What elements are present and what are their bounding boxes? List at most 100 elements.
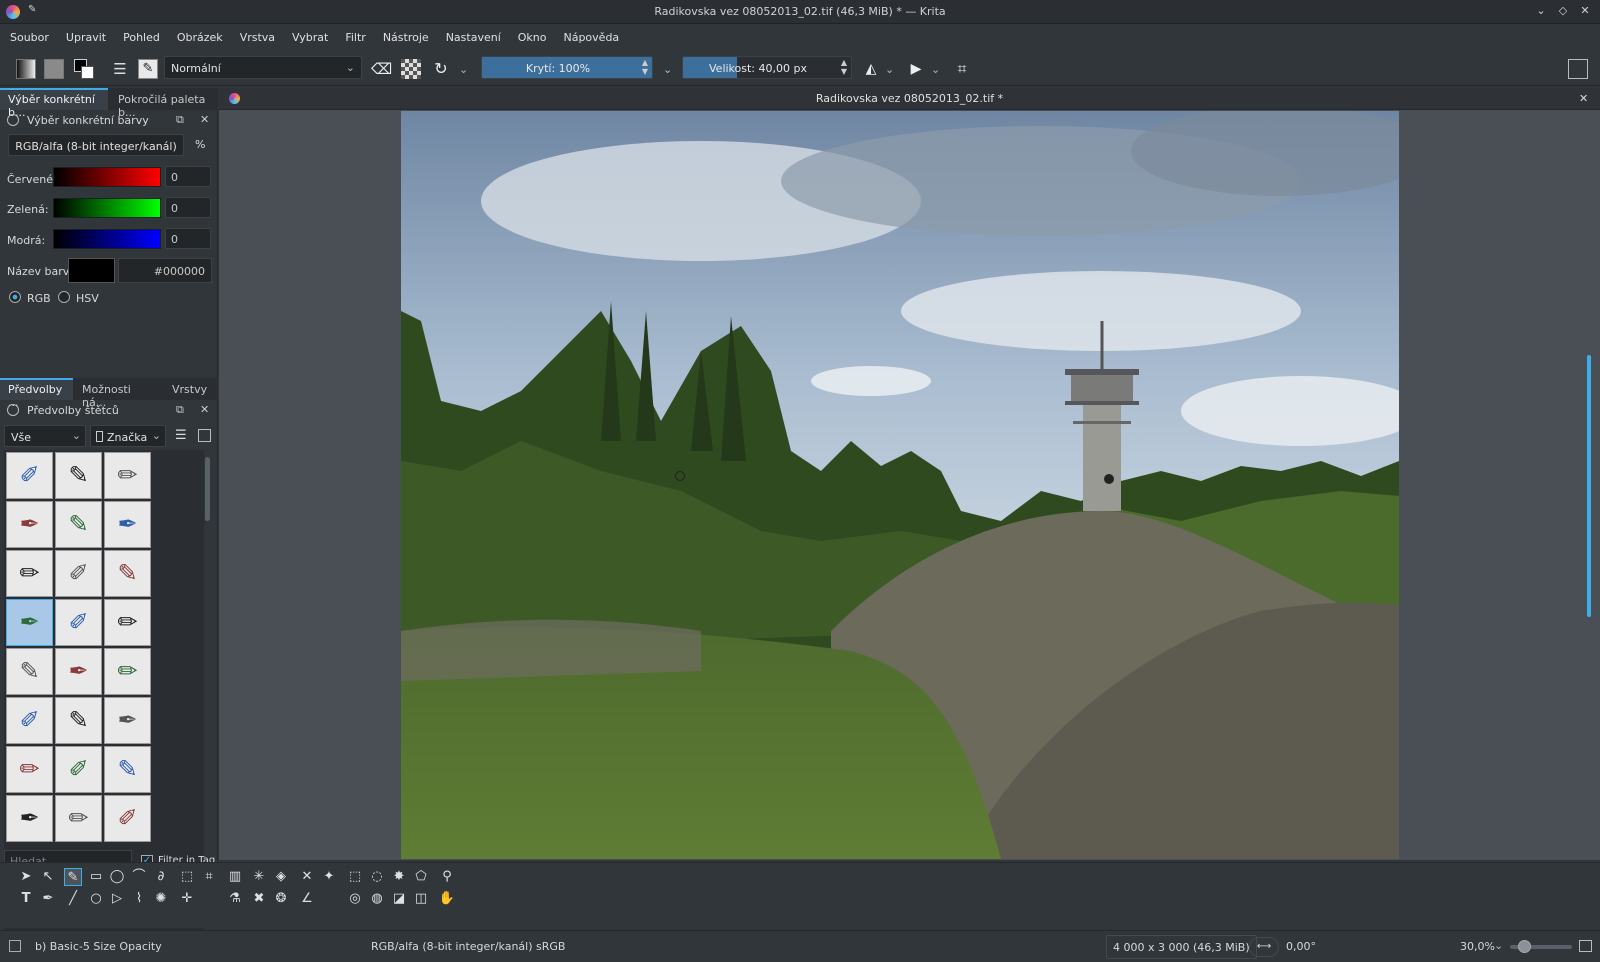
- opacity-slider[interactable]: Krytí: 100% ▲ ▼: [481, 56, 653, 79]
- mirror-horizontal-icon[interactable]: ◭: [861, 59, 881, 79]
- brush-preset-thumbnail[interactable]: ✎: [55, 452, 102, 499]
- red-input[interactable]: 0: [165, 166, 211, 187]
- menu-nastaveni[interactable]: Nastavení: [436, 25, 508, 44]
- tab-tool-options[interactable]: Možnosti ná...: [74, 378, 164, 409]
- brush-preset-thumbnail[interactable]: ✒: [55, 648, 102, 695]
- tab-layers[interactable]: Vrstvy: [164, 378, 218, 400]
- menu-napoveda[interactable]: Nápověda: [553, 25, 626, 44]
- spin-arrows-icon[interactable]: ▲ ▼: [642, 58, 648, 76]
- color-sampler-icon[interactable]: ✳: [250, 868, 268, 886]
- brush-preset-thumbnail[interactable]: ✒: [6, 599, 53, 646]
- close-icon[interactable]: ✕: [1579, 92, 1588, 105]
- brush-preset-thumbnail[interactable]: ✎: [55, 697, 102, 744]
- percent-toggle[interactable]: %: [195, 138, 205, 151]
- menu-vrstva[interactable]: Vrstva: [230, 25, 282, 44]
- hex-input[interactable]: #000000: [118, 258, 212, 283]
- brush-preset-thumbnail[interactable]: ✐: [104, 795, 151, 842]
- polygon-select-icon[interactable]: ⬠: [412, 868, 430, 886]
- chevron-down-icon[interactable]: ⌄: [931, 63, 940, 76]
- tab-specific-color[interactable]: Výběr konkrétní b...: [0, 88, 108, 119]
- move-icon[interactable]: ✛: [178, 890, 196, 908]
- contiguous-select-icon[interactable]: ◎: [346, 890, 364, 908]
- brush-preset-thumbnail[interactable]: ✐: [55, 599, 102, 646]
- zoom-icon[interactable]: ⚲: [438, 868, 456, 886]
- zoom-slider-handle[interactable]: [1518, 940, 1531, 953]
- color-swatch[interactable]: [68, 258, 115, 283]
- zoom-value[interactable]: 30,0%: [1460, 940, 1495, 953]
- pattern-icon[interactable]: [44, 59, 64, 79]
- similar-select-icon[interactable]: ◪: [390, 890, 408, 908]
- minimize-icon[interactable]: ⌄: [1534, 4, 1548, 18]
- menu-pohled[interactable]: Pohled: [113, 25, 167, 44]
- brush-settings-icon[interactable]: ☰: [110, 59, 130, 79]
- ellipse-tool-icon[interactable]: ○: [87, 890, 105, 908]
- gradient-icon[interactable]: [16, 59, 36, 79]
- green-slider[interactable]: [53, 198, 161, 218]
- document-tab-title[interactable]: Radikovska vez 08052013_02.tif *: [219, 92, 1600, 105]
- text-icon[interactable]: T: [17, 890, 35, 908]
- tab-brush-presets[interactable]: Předvolby ...: [0, 378, 73, 409]
- red-slider[interactable]: [53, 167, 161, 187]
- menu-upravit[interactable]: Upravit: [56, 25, 113, 44]
- size-slider[interactable]: Velikost: 40,00 px ▲ ▼: [682, 56, 852, 79]
- menu-okno[interactable]: Okno: [508, 25, 554, 44]
- brush-preset-thumbnail[interactable]: ✒: [104, 697, 151, 744]
- mirror-vertical-icon[interactable]: ▶: [906, 59, 926, 79]
- smart-patch-icon[interactable]: ✖: [250, 890, 268, 908]
- maximize-icon[interactable]: ◇: [1556, 4, 1570, 18]
- blend-mode-select[interactable]: Normální ⌄: [164, 56, 362, 79]
- ellipse-select-icon[interactable]: ◌: [368, 868, 386, 886]
- float-icon[interactable]: ⧉: [176, 113, 184, 127]
- freehand-brush-icon[interactable]: ✎: [64, 868, 82, 886]
- brush-preset-thumbnail[interactable]: ✏: [104, 599, 151, 646]
- close-icon[interactable]: ✕: [200, 403, 209, 416]
- brush-preset-thumbnail[interactable]: ✏: [6, 550, 53, 597]
- canvas-only-icon[interactable]: [1579, 940, 1592, 952]
- blue-slider[interactable]: [53, 229, 161, 249]
- brush-preset-thumbnail[interactable]: ✒: [104, 501, 151, 548]
- color-model-select[interactable]: RGB/alfa (8-bit integer/kanál): [8, 134, 184, 156]
- lock-icon[interactable]: [7, 404, 19, 416]
- lock-icon[interactable]: [7, 114, 19, 126]
- eyedropper-icon[interactable]: ⚗: [226, 890, 244, 908]
- freehand-select-icon[interactable]: ◍: [368, 890, 386, 908]
- brush-preset-icon[interactable]: ✎: [138, 59, 158, 79]
- enclose-fill-icon[interactable]: ❂: [272, 890, 290, 908]
- preset-filter-select[interactable]: Vše ⌄: [4, 425, 86, 447]
- bezier-select-icon[interactable]: ◫: [412, 890, 430, 908]
- brush-preset-thumbnail[interactable]: ✐: [6, 697, 53, 744]
- brush-preset-thumbnail[interactable]: ✏: [104, 648, 151, 695]
- alpha-lock-icon[interactable]: [401, 59, 421, 79]
- rotation-icon[interactable]: ⟷: [1249, 937, 1279, 957]
- preset-scrollbar[interactable]: [205, 457, 210, 521]
- close-window-icon[interactable]: ✕: [1578, 4, 1592, 18]
- fill-icon[interactable]: ◈: [272, 868, 290, 886]
- dock-layout-icon[interactable]: [1568, 59, 1588, 79]
- image-size[interactable]: 4 000 x 3 000 (46,3 MiB): [1106, 935, 1257, 959]
- eraser-icon[interactable]: ⌫: [371, 59, 392, 79]
- menu-obrazek[interactable]: Obrázek: [167, 25, 230, 44]
- gradient-tool-icon[interactable]: ▥: [226, 868, 244, 886]
- line-icon[interactable]: ╱: [64, 890, 82, 908]
- menu-nastroje[interactable]: Nástroje: [373, 25, 436, 44]
- pan-icon[interactable]: ✋: [438, 890, 456, 908]
- dynamic-brush-icon[interactable]: ⌇: [130, 890, 148, 908]
- reference-icon[interactable]: ✦: [320, 868, 338, 886]
- ellipse-icon[interactable]: ◯: [108, 868, 126, 886]
- bezier-icon[interactable]: ⌒: [130, 868, 148, 886]
- chevron-down-icon[interactable]: ⌄: [459, 63, 468, 76]
- close-icon[interactable]: ✕: [200, 113, 209, 126]
- wrap-around-icon[interactable]: ⌗: [952, 59, 972, 79]
- brush-preset-thumbnail[interactable]: ✒: [6, 501, 53, 548]
- rect-select-icon[interactable]: ⬚: [346, 868, 364, 886]
- menu-vybrat[interactable]: Vybrat: [282, 25, 335, 44]
- green-input[interactable]: 0: [165, 197, 211, 218]
- crop-icon[interactable]: ⌗: [200, 868, 218, 886]
- brush-preset-thumbnail[interactable]: ✐: [6, 452, 53, 499]
- rectangle-icon[interactable]: ▭: [87, 868, 105, 886]
- select-shapes-icon[interactable]: ➤: [17, 868, 35, 886]
- brush-preset-thumbnail[interactable]: ✏: [55, 795, 102, 842]
- tab-advanced-palette[interactable]: Pokročilá paleta b...: [110, 88, 218, 119]
- multibrush-icon[interactable]: ✺: [152, 890, 170, 908]
- zoom-slider[interactable]: [1510, 940, 1572, 953]
